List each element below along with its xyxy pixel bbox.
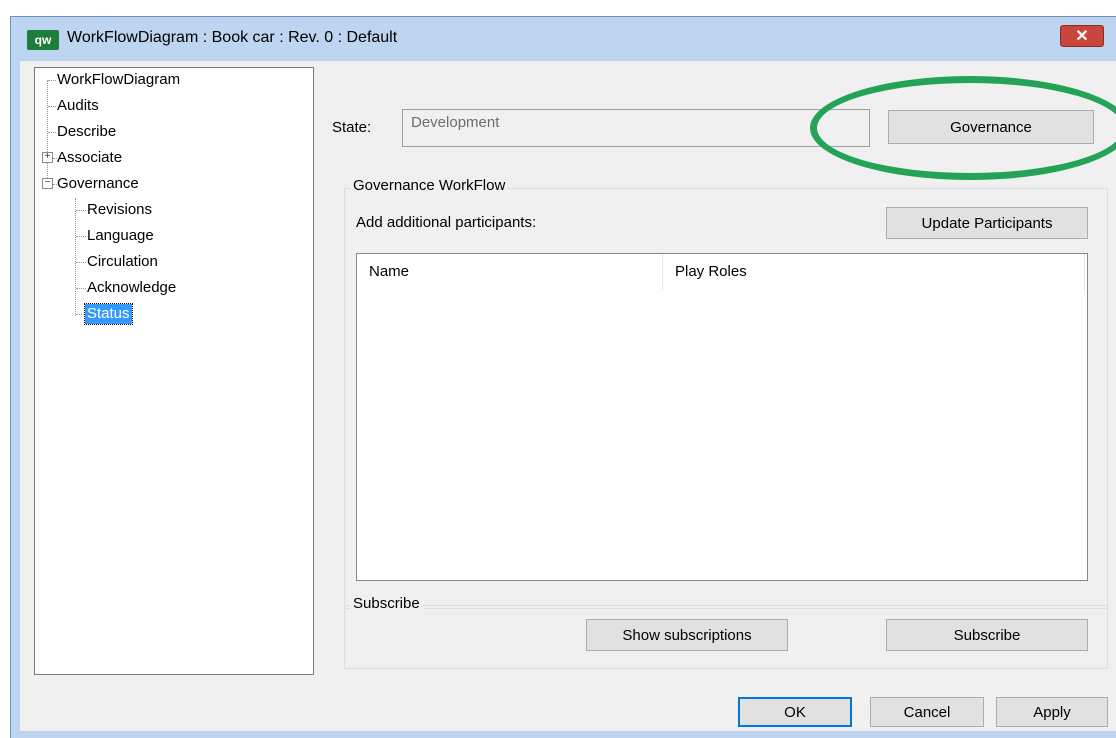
tree-line <box>76 236 86 237</box>
column-header-name[interactable]: Name <box>357 254 663 290</box>
governance-button[interactable]: Governance <box>888 110 1094 144</box>
title-bar: qw WorkFlowDiagram : Book car : Rev. 0 :… <box>11 17 1116 61</box>
tree-line <box>76 210 86 211</box>
tree-line <box>76 262 86 263</box>
ok-button[interactable]: OK <box>738 697 852 727</box>
tree-item-associate[interactable]: Associate <box>57 148 122 168</box>
tree-collapse-icon[interactable]: − <box>42 178 53 189</box>
tree-item-language[interactable]: Language <box>87 226 154 246</box>
close-icon: ✕ <box>1075 28 1089 45</box>
state-label: State: <box>332 119 372 136</box>
tree-item-acknowledge[interactable]: Acknowledge <box>87 278 176 298</box>
tree-line <box>48 80 56 81</box>
tree-line <box>48 106 56 107</box>
apply-button[interactable]: Apply <box>996 697 1108 727</box>
tree-expand-icon[interactable]: + <box>42 152 53 163</box>
tree-item-workflowdiagram[interactable]: WorkFlowDiagram <box>57 70 180 90</box>
dialog-client-area: WorkFlowDiagram Audits Describe + Associ… <box>20 61 1116 731</box>
add-participants-label: Add additional participants: <box>356 214 537 231</box>
subscribe-title: Subscribe <box>350 595 423 612</box>
tree-item-audits[interactable]: Audits <box>57 96 99 116</box>
participants-list[interactable]: Name Play Roles <box>356 253 1088 581</box>
tree-item-governance[interactable]: Governance <box>57 174 139 194</box>
dialog-window: qw WorkFlowDiagram : Book car : Rev. 0 :… <box>10 16 1116 738</box>
subscribe-button[interactable]: Subscribe <box>886 619 1088 651</box>
state-field: Development <box>402 109 870 147</box>
show-subscriptions-button[interactable]: Show subscriptions <box>586 619 788 651</box>
close-button[interactable]: ✕ <box>1060 25 1104 47</box>
tree-line <box>76 288 86 289</box>
navigation-tree[interactable]: WorkFlowDiagram Audits Describe + Associ… <box>34 67 314 675</box>
qw-app-icon: qw <box>27 30 59 50</box>
column-header-play-roles[interactable]: Play Roles <box>663 254 1085 290</box>
tree-item-describe[interactable]: Describe <box>57 122 116 142</box>
update-participants-button[interactable]: Update Participants <box>886 207 1088 239</box>
cancel-button[interactable]: Cancel <box>870 697 984 727</box>
window-title: WorkFlowDiagram : Book car : Rev. 0 : De… <box>67 29 398 46</box>
tree-item-circulation[interactable]: Circulation <box>87 252 158 272</box>
tree-line <box>48 132 56 133</box>
governance-workflow-title: Governance WorkFlow <box>350 177 509 194</box>
tree-line <box>75 198 76 316</box>
tree-item-revisions[interactable]: Revisions <box>87 200 152 220</box>
tree-item-status[interactable]: Status <box>84 303 133 325</box>
